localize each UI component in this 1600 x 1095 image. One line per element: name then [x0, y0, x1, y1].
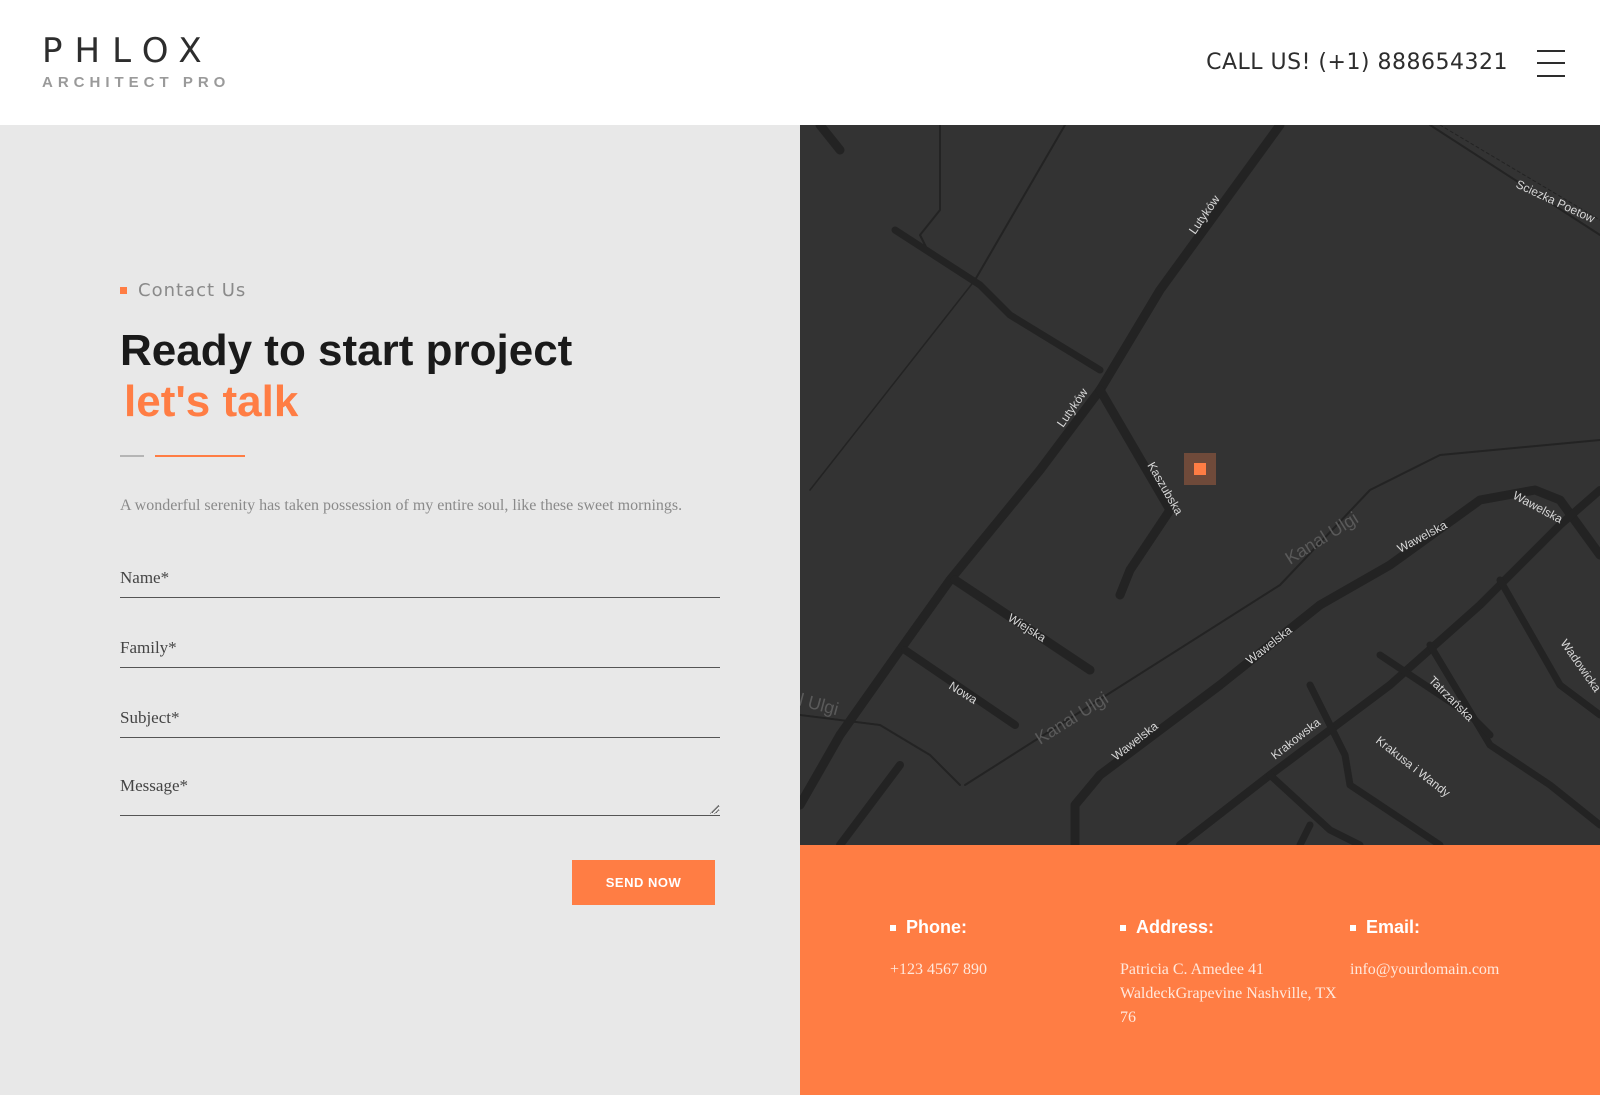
phone-block: Phone: +123 4567 890 [890, 917, 1115, 982]
logo-sub: ARCHITECT PRO [42, 74, 231, 91]
menu-bar [1537, 50, 1565, 52]
divider-accent [155, 455, 245, 457]
page-title: Ready to start project let's talk [120, 325, 572, 427]
map-label: Krakusa i Wandy [1373, 733, 1453, 800]
logo[interactable]: PHLOX ARCHITECT PRO [42, 34, 230, 91]
heading-line-2: let's talk [124, 377, 299, 426]
map[interactable]: Lutyków Lutyków Kaszubska Sciezka Poetow… [800, 125, 1600, 845]
heading-line-1: Ready to start project [120, 326, 573, 375]
map-label: Nowa [946, 679, 980, 707]
contact-info-band: Phone: +123 4567 890 Address: Patricia C… [800, 845, 1600, 1095]
phone-label: Phone: [906, 917, 967, 937]
phone-value[interactable]: +123 4567 890 [890, 958, 1115, 982]
map-label: Sciezka Poetow [1514, 177, 1598, 226]
subject-field-wrap [120, 708, 720, 738]
tag-square-icon [120, 287, 127, 294]
intro-text: A wonderful serenity has taken possessio… [120, 497, 683, 514]
address-heading: Address: [1120, 917, 1345, 938]
site-header: PHLOX ARCHITECT PRO CALL US! (+1) 888654… [0, 0, 1600, 125]
map-label: Wawelska [1243, 623, 1295, 668]
map-label: Kanal Ulgi [1282, 508, 1362, 568]
map-label: Wiejska [1005, 611, 1048, 645]
subject-input[interactable] [120, 708, 720, 728]
email-heading: Email: [1350, 917, 1575, 938]
message-textarea[interactable] [120, 776, 720, 814]
name-field-wrap [120, 568, 720, 598]
tagline-text: Contact Us [138, 280, 247, 301]
call-us-text[interactable]: CALL US! (+1) 888654321 [1206, 50, 1508, 75]
logo-main: PHLOX [42, 31, 214, 71]
map-label: Wawelska [1395, 518, 1450, 556]
email-block: Email: info@yourdomain.com [1350, 917, 1575, 982]
divider-short [120, 455, 144, 457]
contact-panel: Contact Us Ready to start project let's … [0, 125, 800, 1095]
map-marker-icon[interactable] [1184, 453, 1216, 485]
email-label: Email: [1366, 917, 1421, 937]
email-value[interactable]: info@yourdomain.com [1350, 958, 1575, 982]
map-label: Kanal Ulgi [1032, 688, 1112, 748]
menu-bar [1537, 62, 1565, 64]
menu-bar [1537, 75, 1565, 77]
hamburger-menu-icon[interactable] [1537, 50, 1565, 78]
bullet-square-icon [1120, 924, 1126, 931]
name-input[interactable] [120, 568, 720, 588]
family-input[interactable] [120, 638, 720, 658]
send-button[interactable]: SEND NOW [572, 860, 715, 905]
address-value: Patricia C. Amedee 41 WaldeckGrapevine N… [1120, 961, 1337, 1026]
map-roads: Lutyków Lutyków Kaszubska Sciezka Poetow… [800, 125, 1600, 845]
address-block: Address: Patricia C. Amedee 41 WaldeckGr… [1120, 917, 1345, 1030]
phone-heading: Phone: [890, 917, 1115, 938]
section-tagline: Contact Us [120, 280, 246, 301]
bullet-square-icon [890, 924, 896, 931]
address-label: Address: [1136, 917, 1215, 937]
message-field-wrap [120, 776, 720, 816]
bullet-square-icon [1350, 924, 1356, 931]
family-field-wrap [120, 638, 720, 668]
resize-handle-icon[interactable] [710, 805, 719, 814]
map-label: Wawelska [1109, 719, 1161, 764]
